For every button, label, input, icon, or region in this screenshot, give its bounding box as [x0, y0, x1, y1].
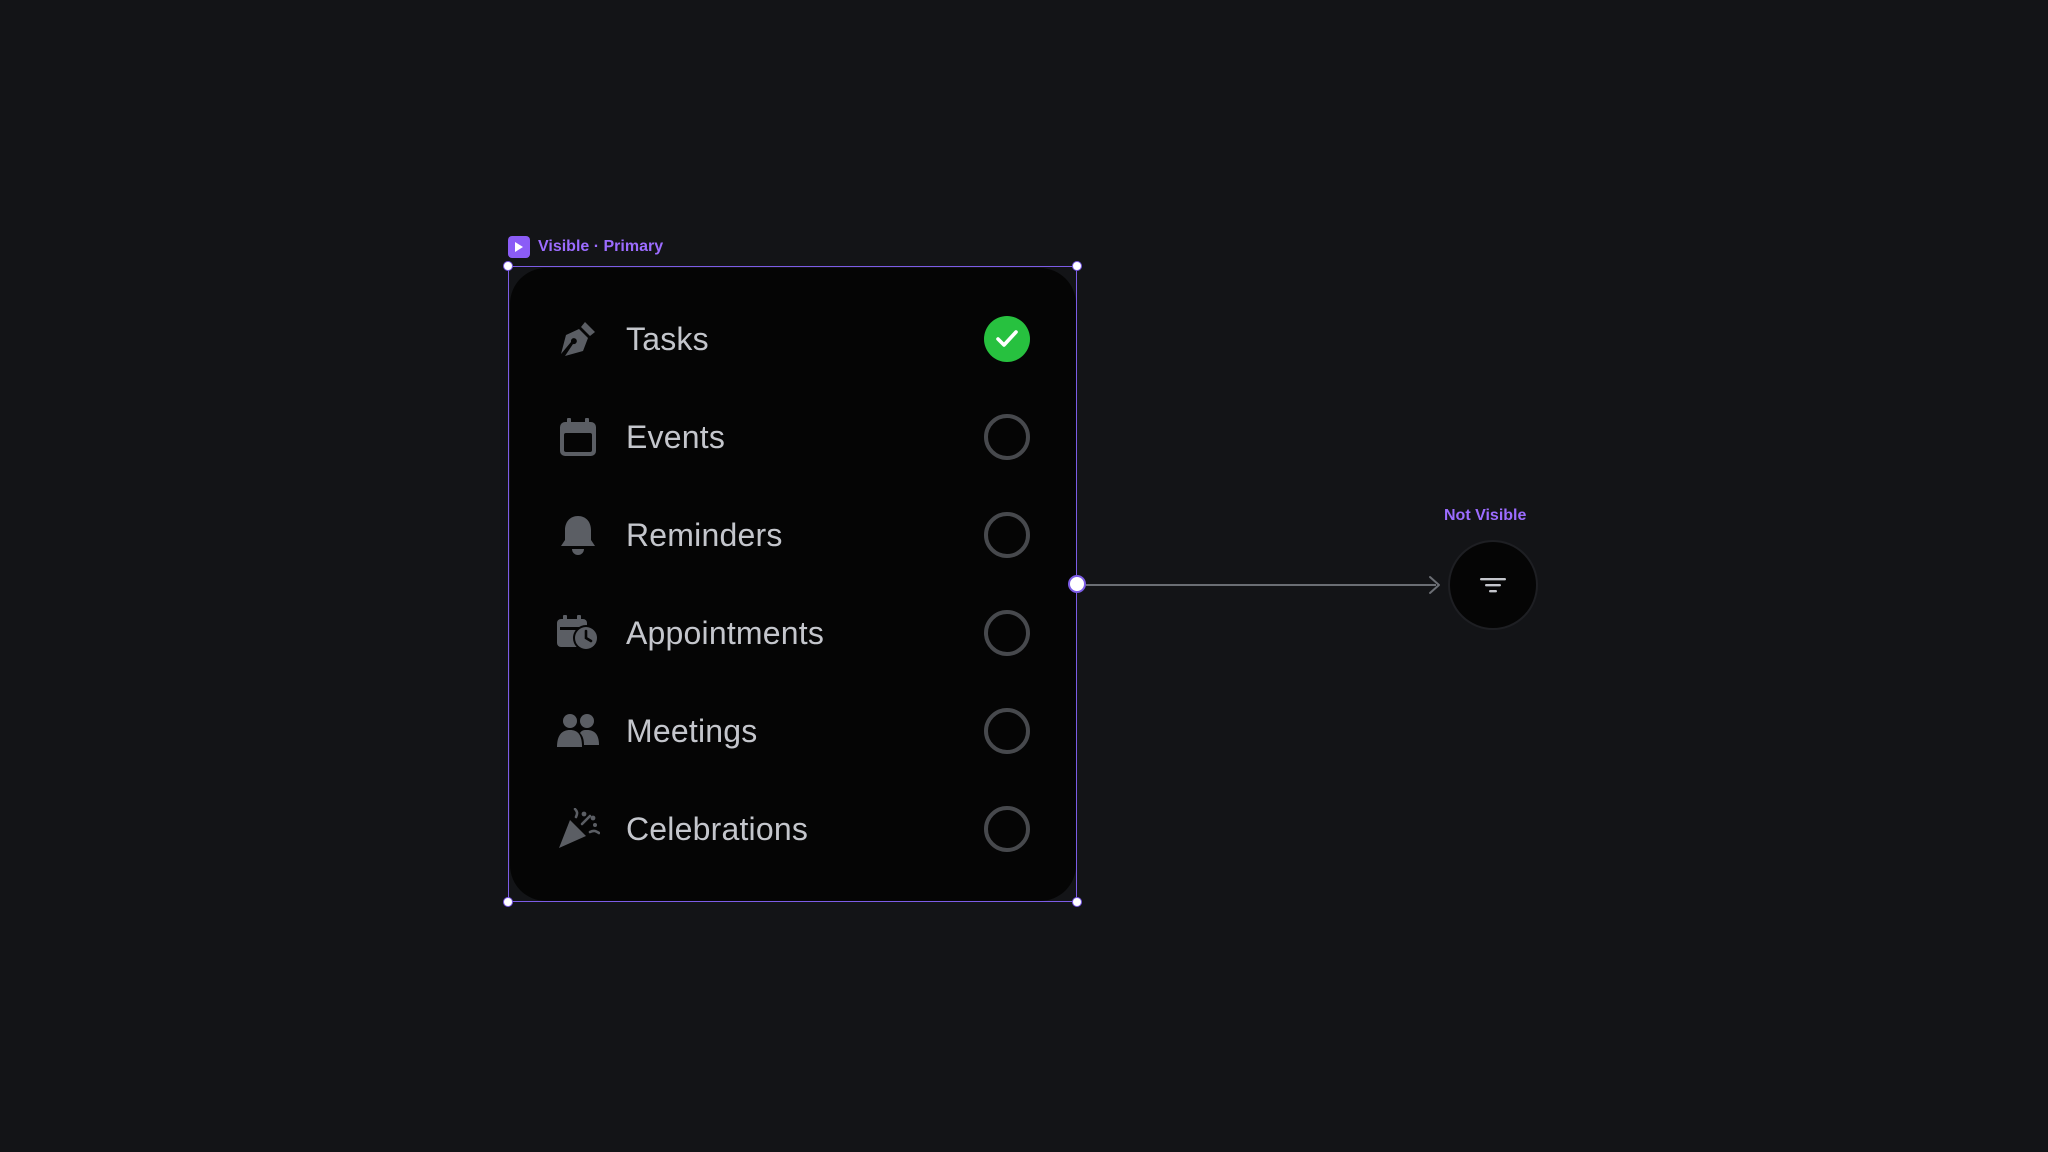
- selection-outline[interactable]: [508, 266, 1077, 902]
- frame-label-text: Visible · Primary: [538, 238, 664, 255]
- connector-start-handle[interactable]: [1068, 575, 1086, 593]
- frame-label[interactable]: Visible · Primary: [508, 236, 663, 258]
- play-icon: [508, 236, 530, 258]
- filter-icon: [1480, 578, 1506, 593]
- target-node-label: Not Visible: [1444, 507, 1527, 524]
- connector-line[interactable]: [1086, 584, 1436, 586]
- resize-handle-top-right[interactable]: [1072, 261, 1082, 271]
- resize-handle-top-left[interactable]: [503, 261, 513, 271]
- resize-handle-bottom-left[interactable]: [503, 897, 513, 907]
- resize-handle-bottom-right[interactable]: [1072, 897, 1082, 907]
- filter-button[interactable]: [1448, 540, 1538, 630]
- design-canvas: Visible · Primary Tasks Events Reminders…: [0, 0, 2048, 1152]
- arrow-head-icon: [1428, 575, 1442, 600]
